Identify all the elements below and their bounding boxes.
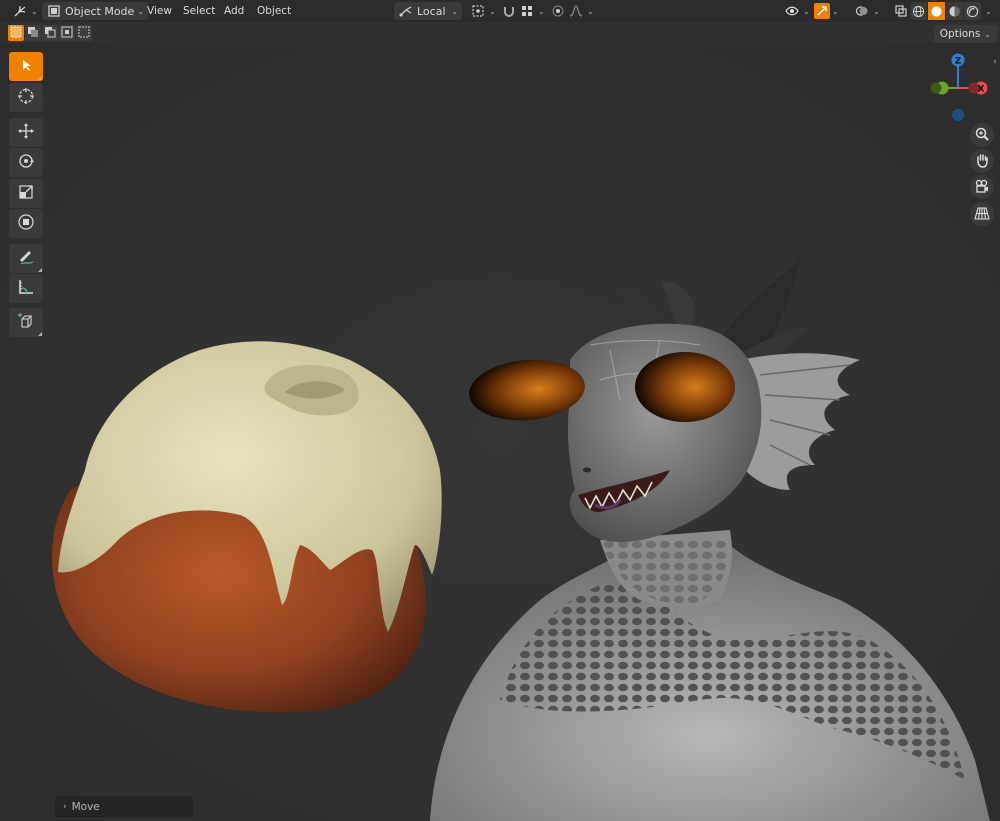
tool-variants-corner [38, 332, 42, 336]
chevron-down-icon: ⌄ [31, 6, 38, 16]
select-intersect-icon [78, 26, 90, 41]
select-new-button[interactable] [8, 25, 24, 41]
xray-icon [893, 3, 909, 19]
mode-dropdown[interactable]: Object Mode ⌄ [42, 2, 148, 20]
gizmo-dropdown[interactable]: ⌄ [828, 2, 843, 20]
transform-orientation-dropdown[interactable]: Local ⌄ [394, 2, 462, 20]
tool-measure[interactable] [9, 274, 43, 303]
object-mode-icon [46, 3, 62, 19]
options-dropdown[interactable]: Options ⌄ [933, 25, 997, 43]
viewport-editor-icon [12, 3, 28, 19]
chevron-down-icon: ⌄ [538, 6, 545, 16]
pivot-icon [470, 3, 486, 19]
tool-move[interactable] [9, 118, 43, 147]
pan-hand-icon [974, 152, 990, 171]
chevron-down-icon: ⌄ [984, 29, 991, 39]
gizmo-neg-z-axis[interactable] [952, 109, 964, 121]
menu-add[interactable]: Add [219, 2, 249, 20]
tool-select-box[interactable] [9, 52, 43, 81]
add-cube-icon [17, 312, 35, 333]
select-extend-button[interactable] [25, 25, 41, 41]
solid-shading-icon[interactable] [928, 2, 945, 20]
zoom-icon [974, 126, 990, 145]
gizmo-z-label: Z [955, 57, 962, 67]
transform-icon [17, 213, 35, 234]
select-subtract-button[interactable] [42, 25, 58, 41]
eye-icon [784, 3, 800, 19]
gizmo-x-label: X [978, 85, 985, 95]
select-intersect-button[interactable] [76, 25, 92, 41]
measure-icon [17, 278, 35, 299]
chevron-down-icon: ⌄ [873, 6, 880, 16]
orientation-label: Local [417, 4, 446, 18]
navigation-gizmo[interactable]: Z X [925, 50, 995, 125]
shading-mode-group [910, 2, 981, 20]
tool-variants-corner [38, 76, 42, 80]
scale-icon [17, 183, 35, 204]
tool-annotate[interactable] [9, 244, 43, 273]
annotate-icon [17, 248, 35, 269]
select-box-icon [18, 57, 34, 76]
select-extend-icon [27, 26, 39, 41]
zoom-button[interactable] [970, 123, 994, 147]
tool-rotate[interactable] [9, 148, 43, 177]
move-icon [17, 122, 35, 143]
viewport-header: ⌄ Object Mode ⌄ View Select Add Object L… [0, 0, 1000, 22]
menu-object[interactable]: Object [252, 2, 296, 20]
last-operator-panel[interactable]: › Move [55, 796, 193, 817]
editor-type-button[interactable]: ⌄ [8, 2, 42, 20]
orientation-icon [398, 3, 414, 19]
falloff-curve-icon [568, 3, 584, 19]
camera-icon [974, 178, 990, 197]
chevron-down-icon: ⌄ [803, 6, 810, 16]
tool-variants-corner [38, 268, 42, 272]
menu-view[interactable]: View [142, 2, 177, 20]
rendered-shading-icon[interactable] [964, 2, 981, 20]
visibility-dropdown[interactable]: ⌄ [780, 2, 814, 20]
wireframe-shading-icon[interactable] [910, 2, 927, 20]
select-invert-button[interactable] [59, 25, 75, 41]
mode-label: Object Mode [65, 4, 135, 18]
rotate-icon [17, 152, 35, 173]
gizmo-neg-y-axis[interactable] [930, 82, 942, 94]
menu-select[interactable]: Select [178, 2, 220, 20]
viewport-scene[interactable] [0, 43, 1000, 821]
chevron-down-icon: ⌄ [489, 6, 496, 16]
falloff-dropdown[interactable]: ⌄ [564, 2, 598, 20]
options-label: Options [939, 28, 981, 40]
overlay-icon [854, 3, 870, 19]
chevron-right-icon: › [63, 801, 67, 812]
operator-label: Move [71, 800, 100, 813]
chevron-down-icon: ⌄ [832, 6, 839, 16]
tool-scale[interactable] [9, 179, 43, 208]
tool-cursor[interactable] [9, 83, 43, 112]
snap-target-dropdown[interactable]: ⌄ [515, 2, 549, 20]
select-invert-icon [61, 26, 73, 41]
sidebar-toggle-arrow[interactable]: ‹ [993, 58, 999, 67]
select-subtract-icon [44, 26, 56, 41]
chevron-down-icon: ⌄ [587, 6, 594, 16]
shading-options-dropdown[interactable]: ⌄ [981, 2, 996, 20]
select-new-icon [10, 26, 22, 41]
selection-mode-group [8, 25, 92, 42]
pivot-point-button[interactable]: ⌄ [466, 2, 500, 20]
cursor-icon [17, 87, 35, 108]
overlay-toggle[interactable]: ⌄ [850, 2, 884, 20]
tool-transform[interactable] [9, 209, 43, 238]
chevron-down-icon: ⌄ [985, 6, 992, 16]
tool-add-cube[interactable] [9, 308, 43, 337]
perspective-toggle-button[interactable] [970, 202, 994, 226]
chevron-down-icon: ⌄ [451, 6, 458, 16]
snap-grid-icon [519, 3, 535, 19]
grid-perspective-icon [974, 205, 990, 224]
pan-button[interactable] [970, 149, 994, 173]
material-preview-icon[interactable] [946, 2, 963, 20]
camera-view-button[interactable] [970, 175, 994, 199]
